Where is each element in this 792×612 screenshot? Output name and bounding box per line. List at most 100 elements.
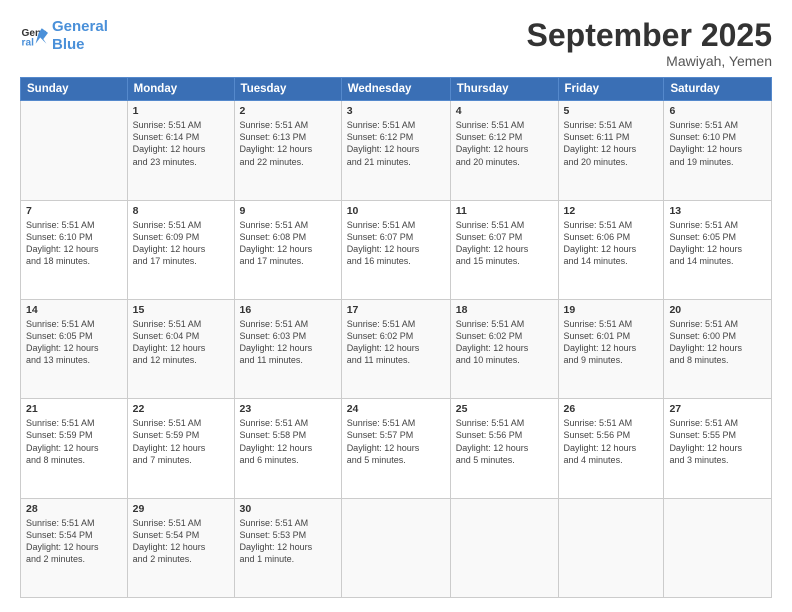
calendar-title: September 2025 (527, 18, 772, 53)
cell-info: Sunrise: 5:51 AM Sunset: 6:00 PM Dayligh… (669, 318, 766, 367)
day-number: 20 (669, 304, 766, 316)
logo-line2: Blue (52, 36, 85, 53)
day-number: 14 (26, 304, 122, 316)
day-number: 18 (456, 304, 553, 316)
calendar-cell: 2 Sunrise: 5:51 AM Sunset: 6:13 PM Daylig… (234, 101, 341, 200)
col-monday: Monday (127, 78, 234, 101)
cell-info: Sunrise: 5:51 AM Sunset: 6:14 PM Dayligh… (133, 119, 229, 168)
calendar-cell: 26 Sunrise: 5:51 AM Sunset: 5:56 PM Dayli… (558, 399, 664, 498)
day-number: 17 (347, 304, 445, 316)
calendar-header: Sunday Monday Tuesday Wednesday Thursday… (21, 78, 772, 101)
cell-info: Sunrise: 5:51 AM Sunset: 6:02 PM Dayligh… (347, 318, 445, 367)
calendar-cell: 15Sunrise: 5:51 AM Sunset: 6:04 PM Dayli… (127, 299, 234, 398)
day-number: 10 (347, 205, 445, 217)
day-number: 16 (240, 304, 336, 316)
cell-info: Sunrise: 5:51 AM Sunset: 6:05 PM Dayligh… (26, 318, 122, 367)
day-number: 19 (564, 304, 659, 316)
cell-info: Sunrise: 5:51 AM Sunset: 6:08 PM Dayligh… (240, 219, 336, 268)
day-number: 15 (133, 304, 229, 316)
calendar-week-1: 1Sunrise: 5:51 AM Sunset: 6:14 PM Daylig… (21, 101, 772, 200)
cell-info: Sunrise: 5:51 AM Sunset: 6:12 PM Dayligh… (347, 119, 445, 168)
day-number: 3 (347, 105, 445, 117)
calendar-cell: 3 Sunrise: 5:51 AM Sunset: 6:12 PM Daylig… (341, 101, 450, 200)
day-number: 28 (26, 503, 122, 515)
calendar-subtitle: Mawiyah, Yemen (527, 53, 772, 69)
col-thursday: Thursday (450, 78, 558, 101)
cell-info: Sunrise: 5:51 AM Sunset: 6:02 PM Dayligh… (456, 318, 553, 367)
cell-info: Sunrise: 5:51 AM Sunset: 6:13 PM Dayligh… (240, 119, 336, 168)
cell-info: Sunrise: 5:51 AM Sunset: 6:11 PM Dayligh… (564, 119, 659, 168)
day-number: 29 (133, 503, 229, 515)
day-number: 23 (240, 403, 336, 415)
calendar-week-3: 14 Sunrise: 5:51 AM Sunset: 6:05 PM Dayli… (21, 299, 772, 398)
cell-info: Sunrise: 5:51 AM Sunset: 5:54 PM Dayligh… (26, 517, 122, 566)
col-saturday: Saturday (664, 78, 772, 101)
cell-info: Sunrise: 5:51 AM Sunset: 6:10 PM Dayligh… (26, 219, 122, 268)
cell-info: Sunrise: 5:51 AM Sunset: 5:53 PM Dayligh… (240, 517, 336, 566)
day-number: 22 (133, 403, 229, 415)
calendar-cell: 1Sunrise: 5:51 AM Sunset: 6:14 PM Daylig… (127, 101, 234, 200)
calendar-week-4: 21Sunrise: 5:51 AM Sunset: 5:59 PM Dayli… (21, 399, 772, 498)
day-number: 13 (669, 205, 766, 217)
day-number: 4 (456, 105, 553, 117)
calendar-cell (341, 498, 450, 597)
day-number: 7 (26, 205, 122, 217)
cell-info: Sunrise: 5:51 AM Sunset: 6:01 PM Dayligh… (564, 318, 659, 367)
day-number: 30 (240, 503, 336, 515)
day-number: 8 (133, 205, 229, 217)
calendar-cell: 12 Sunrise: 5:51 AM Sunset: 6:06 PM Dayli… (558, 200, 664, 299)
calendar-cell: 7 Sunrise: 5:51 AM Sunset: 6:10 PM Daylig… (21, 200, 128, 299)
cell-info: Sunrise: 5:51 AM Sunset: 6:05 PM Dayligh… (669, 219, 766, 268)
calendar-cell: 14 Sunrise: 5:51 AM Sunset: 6:05 PM Dayli… (21, 299, 128, 398)
day-number: 27 (669, 403, 766, 415)
cell-info: Sunrise: 5:51 AM Sunset: 5:57 PM Dayligh… (347, 417, 445, 466)
day-number: 2 (240, 105, 336, 117)
cell-info: Sunrise: 5:51 AM Sunset: 5:56 PM Dayligh… (564, 417, 659, 466)
calendar-cell: 18 Sunrise: 5:51 AM Sunset: 6:02 PM Dayli… (450, 299, 558, 398)
svg-text:ral: ral (22, 37, 35, 48)
cell-info: Sunrise: 5:51 AM Sunset: 6:09 PM Dayligh… (133, 219, 229, 268)
day-number: 11 (456, 205, 553, 217)
calendar-cell: 11 Sunrise: 5:51 AM Sunset: 6:07 PM Dayli… (450, 200, 558, 299)
day-number: 12 (564, 205, 659, 217)
calendar-cell: 30 Sunrise: 5:51 AM Sunset: 5:53 PM Dayli… (234, 498, 341, 597)
calendar-cell: 28 Sunrise: 5:51 AM Sunset: 5:54 PM Dayli… (21, 498, 128, 597)
calendar-cell: 8 Sunrise: 5:51 AM Sunset: 6:09 PM Daylig… (127, 200, 234, 299)
cell-info: Sunrise: 5:51 AM Sunset: 5:59 PM Dayligh… (26, 417, 122, 466)
calendar-cell: 4 Sunrise: 5:51 AM Sunset: 6:12 PM Daylig… (450, 101, 558, 200)
calendar-week-2: 7 Sunrise: 5:51 AM Sunset: 6:10 PM Daylig… (21, 200, 772, 299)
calendar-cell: 6Sunrise: 5:51 AM Sunset: 6:10 PM Daylig… (664, 101, 772, 200)
calendar-cell: 23 Sunrise: 5:51 AM Sunset: 5:58 PM Dayli… (234, 399, 341, 498)
calendar-cell (21, 101, 128, 200)
calendar-cell: 17 Sunrise: 5:51 AM Sunset: 6:02 PM Dayli… (341, 299, 450, 398)
calendar-cell: 29 Sunrise: 5:51 AM Sunset: 5:54 PM Dayli… (127, 498, 234, 597)
cell-info: Sunrise: 5:51 AM Sunset: 5:55 PM Dayligh… (669, 417, 766, 466)
calendar-cell: 24Sunrise: 5:51 AM Sunset: 5:57 PM Dayli… (341, 399, 450, 498)
day-number: 25 (456, 403, 553, 415)
calendar-cell: 13 Sunrise: 5:51 AM Sunset: 6:05 PM Dayli… (664, 200, 772, 299)
day-number: 26 (564, 403, 659, 415)
cell-info: Sunrise: 5:51 AM Sunset: 6:07 PM Dayligh… (456, 219, 553, 268)
cell-info: Sunrise: 5:51 AM Sunset: 5:56 PM Dayligh… (456, 417, 553, 466)
cell-info: Sunrise: 5:51 AM Sunset: 6:03 PM Dayligh… (240, 318, 336, 367)
col-friday: Friday (558, 78, 664, 101)
calendar-table: Sunday Monday Tuesday Wednesday Thursday… (20, 77, 772, 598)
page-header: Gene ral General Blue September 2025 Maw… (20, 18, 772, 69)
cell-info: Sunrise: 5:51 AM Sunset: 5:54 PM Dayligh… (133, 517, 229, 566)
cell-info: Sunrise: 5:51 AM Sunset: 6:06 PM Dayligh… (564, 219, 659, 268)
calendar-cell (558, 498, 664, 597)
cell-info: Sunrise: 5:51 AM Sunset: 5:58 PM Dayligh… (240, 417, 336, 466)
cell-info: Sunrise: 5:51 AM Sunset: 6:10 PM Dayligh… (669, 119, 766, 168)
logo-icon: Gene ral (20, 22, 48, 50)
day-number: 5 (564, 105, 659, 117)
col-sunday: Sunday (21, 78, 128, 101)
title-block: September 2025 Mawiyah, Yemen (527, 18, 772, 69)
logo-text: General Blue (52, 18, 108, 54)
day-number: 9 (240, 205, 336, 217)
cell-info: Sunrise: 5:51 AM Sunset: 6:12 PM Dayligh… (456, 119, 553, 168)
col-tuesday: Tuesday (234, 78, 341, 101)
logo: Gene ral General Blue (20, 18, 108, 54)
calendar-cell: 10Sunrise: 5:51 AM Sunset: 6:07 PM Dayli… (341, 200, 450, 299)
cell-info: Sunrise: 5:51 AM Sunset: 5:59 PM Dayligh… (133, 417, 229, 466)
calendar-body: 1Sunrise: 5:51 AM Sunset: 6:14 PM Daylig… (21, 101, 772, 598)
